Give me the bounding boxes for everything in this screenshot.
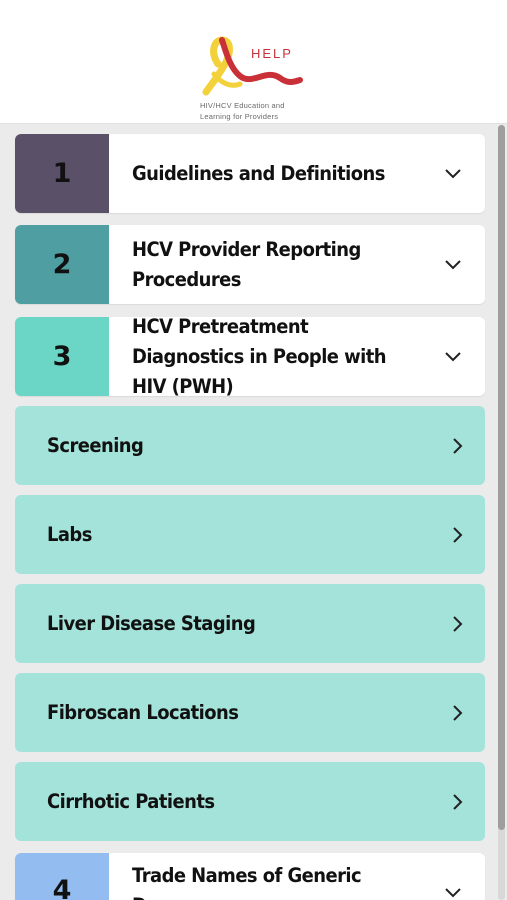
section-pretreatment[interactable]: 3 HCV Pretreatment Diagnostics in People… — [15, 317, 485, 396]
scrollbar-thumb[interactable] — [498, 125, 505, 830]
chevron-right-icon — [453, 437, 463, 454]
subitem-label: Screening — [47, 434, 144, 457]
help-logo: HELP HIV/HCV Education and Learning for … — [196, 34, 316, 124]
section-title: Guidelines and Definitions — [132, 161, 385, 185]
ribbon-logo-icon — [202, 36, 303, 96]
chevron-down-icon[interactable] — [443, 166, 463, 182]
chevron-right-icon — [453, 526, 463, 543]
section-number: 2 — [15, 225, 109, 304]
subitem-label: Liver Disease Staging — [47, 612, 256, 635]
logo-title: HELP — [251, 46, 293, 61]
section-title: HCV Provider Reporting Procedures — [132, 237, 361, 291]
chevron-down-icon[interactable] — [443, 257, 463, 273]
chevron-down-icon[interactable] — [443, 885, 463, 900]
chevron-right-icon — [453, 615, 463, 632]
subitem-label: Labs — [47, 523, 92, 546]
chevron-down-icon[interactable] — [443, 349, 463, 365]
section-guidelines[interactable]: 1 Guidelines and Definitions — [15, 134, 485, 213]
section-number: 1 — [15, 134, 109, 213]
subitem-liver-disease-staging[interactable]: Liver Disease Staging — [15, 584, 485, 663]
chevron-right-icon — [453, 793, 463, 810]
subitem-label: Fibroscan Locations — [47, 701, 239, 724]
subitem-cirrhotic-patients[interactable]: Cirrhotic Patients — [15, 762, 485, 841]
section-trade-names[interactable]: 4 Trade Names of Generic Drugs — [15, 853, 485, 900]
logo-tagline: HIV/HCV Education and Learning for Provi… — [200, 101, 285, 121]
section-title: Trade Names of Generic Drugs — [132, 864, 362, 900]
subitem-fibroscan-locations[interactable]: Fibroscan Locations — [15, 673, 485, 752]
chevron-right-icon — [453, 704, 463, 721]
section-reporting[interactable]: 2 HCV Provider Reporting Procedures — [15, 225, 485, 304]
section-number: 3 — [15, 317, 109, 396]
app-header: HELP HIV/HCV Education and Learning for … — [0, 0, 507, 124]
section-number: 4 — [15, 853, 109, 900]
subitem-labs[interactable]: Labs — [15, 495, 485, 574]
subitem-label: Cirrhotic Patients — [47, 790, 215, 813]
subitem-screening[interactable]: Screening — [15, 406, 485, 485]
section-title: HCV Pretreatment Diagnostics in People w… — [132, 317, 387, 396]
